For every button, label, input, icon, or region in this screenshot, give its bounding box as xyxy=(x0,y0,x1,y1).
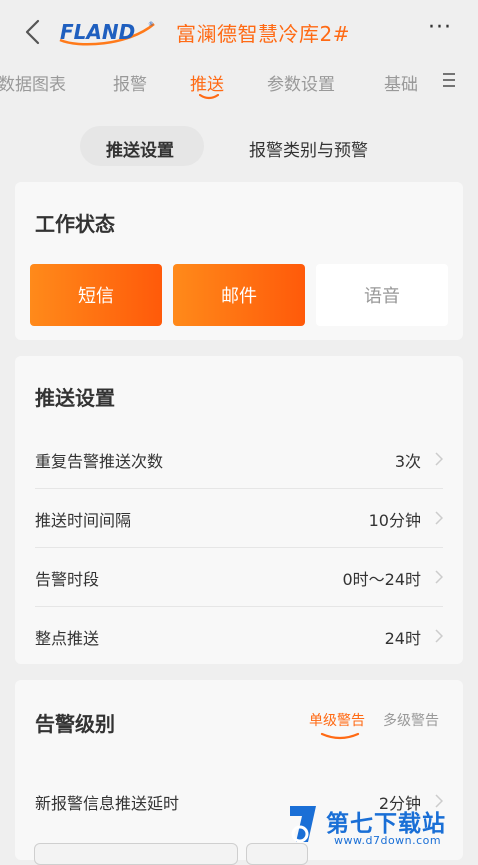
level-tab-indicator xyxy=(320,732,360,740)
svg-text:®: ® xyxy=(148,21,154,28)
push-settings-card: 推送设置 重复告警推送次数 3次 推送时间间隔 10分钟 告警时段 0时～24时… xyxy=(15,356,463,664)
partial-input-box[interactable] xyxy=(34,843,238,865)
watermark-logo-icon xyxy=(290,806,316,843)
tab-data-charts[interactable]: 数据图表 xyxy=(0,70,66,95)
row-label: 重复告警推送次数 xyxy=(35,452,164,471)
tab-alarm[interactable]: 报警 xyxy=(113,70,147,95)
page-title: 富澜德智慧冷库2# xyxy=(176,22,350,46)
svg-text:FLAND: FLAND xyxy=(60,20,135,44)
chevron-right-icon xyxy=(435,570,443,584)
chevron-right-icon xyxy=(435,511,443,525)
app-header: FLAND ® 富澜德智慧冷库2# ··· xyxy=(0,0,478,64)
tab-basic[interactable]: 基础 xyxy=(384,70,418,95)
watermark-brand: 第七下载站 xyxy=(326,811,446,837)
row-label: 整点推送 xyxy=(35,629,100,648)
active-tab-indicator xyxy=(199,94,219,100)
fland-logo: FLAND ® xyxy=(59,20,155,46)
email-toggle-button[interactable]: 邮件 xyxy=(173,264,305,326)
multi-level-alarm-tab[interactable]: 多级警告 xyxy=(383,710,439,730)
more-menu-icon[interactable]: ··· xyxy=(428,15,452,40)
watermark: 第七下载站 www.d7down.com xyxy=(282,800,478,850)
row-value: 3次 xyxy=(394,452,421,471)
row-value: 0时～24时 xyxy=(342,570,421,589)
single-level-alarm-tab[interactable]: 单级警告 xyxy=(309,710,365,730)
alarm-level-title: 告警级别 xyxy=(35,712,115,736)
tab-menu-icon[interactable] xyxy=(442,72,456,88)
row-value: 24时 xyxy=(384,629,421,648)
subtab-alarm-category[interactable]: 报警类别与预警 xyxy=(249,136,368,161)
row-label: 新报警信息推送延时 xyxy=(35,794,180,813)
sub-tabs: 推送设置 报警类别与预警 xyxy=(0,122,478,170)
chevron-left-icon[interactable] xyxy=(22,18,44,46)
sms-toggle-button[interactable]: 短信 xyxy=(30,264,162,326)
repeat-alarm-count-row[interactable]: 重复告警推送次数 3次 xyxy=(35,430,443,489)
push-interval-row[interactable]: 推送时间间隔 10分钟 xyxy=(35,489,443,548)
row-label: 推送时间间隔 xyxy=(35,511,132,530)
push-settings-title: 推送设置 xyxy=(35,386,115,410)
main-tabs: 数据图表 报警 推送 参数设置 基础 xyxy=(0,64,478,104)
tab-parameter-settings[interactable]: 参数设置 xyxy=(267,70,335,95)
work-status-card: 工作状态 短信 邮件 语音 xyxy=(15,182,463,340)
voice-toggle-button[interactable]: 语音 xyxy=(316,264,448,326)
hourly-push-row[interactable]: 整点推送 24时 xyxy=(35,607,443,665)
row-value: 10分钟 xyxy=(368,511,421,530)
alarm-period-row[interactable]: 告警时段 0时～24时 xyxy=(35,548,443,607)
chevron-right-icon xyxy=(435,629,443,643)
tab-push[interactable]: 推送 xyxy=(190,70,224,95)
work-status-title: 工作状态 xyxy=(35,212,115,236)
watermark-url: www.d7down.com xyxy=(334,834,442,847)
row-label: 告警时段 xyxy=(35,570,100,589)
chevron-right-icon xyxy=(435,452,443,466)
subtab-push-settings[interactable]: 推送设置 xyxy=(106,136,174,161)
